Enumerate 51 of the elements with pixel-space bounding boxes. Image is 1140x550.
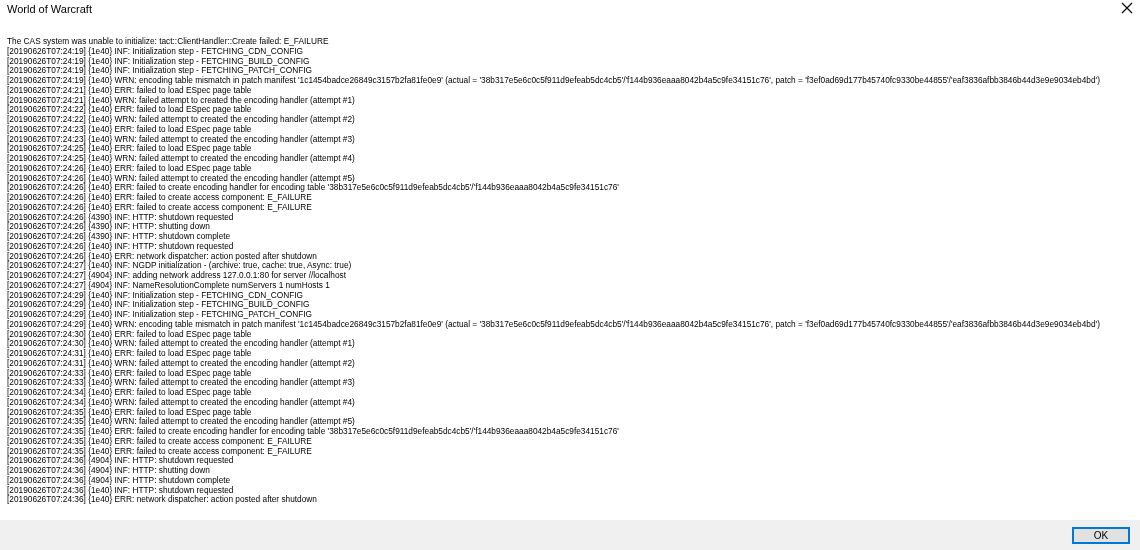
log-line: [20190626T07:24:36] {4904} INF: HTTP: shutdown complete <box>7 475 231 486</box>
log-line: [20190626T07:24:29] {1e40} INF: Initialization step - FETCHING_BUILD_CONFIG <box>7 300 310 310</box>
log-line: [20190626T07:24:35] {1e40} ERR: failed to load ESpec page table <box>7 407 252 418</box>
error-message: The CAS system was unable to initialize: tact::ClientHandler::Create failed: E_FAILURE <box>7 37 329 47</box>
log-line: [20190626T07:24:25] {1e40} ERR: failed to load ESpec page table <box>7 144 252 154</box>
log-line: [20190626T07:24:26] {1e40} ERR: failed to create encoding handler for encoding table '38b317e5e6c0c5f911d9efeab5dc4cb5'/'f144b936eaaa8042b4a5c9fe34151c76' <box>7 183 619 193</box>
close-icon[interactable] <box>1119 0 1135 16</box>
log-line: [20190626T07:24:33] {1e40} ERR: failed to load ESpec page table <box>7 368 252 379</box>
log-line: [20190626T07:24:36] {1e40} ERR: network dispatcher: action posted after shutdown <box>7 495 317 505</box>
log-line: [20190626T07:24:19] {1e40} WRN: encoding table mismatch in patch manifest '1c1454badce26849c3157b2fa81fe0e9' (actual = '38b317e5e6c0c5f911d9efeab5dc4cb5'/'f144b936eaaa8042b4a5c9fe34151c76', patch = 'f3ef0ad69d177b45740fc9330be44855'/'eaf3836afbb3846b44d3e9e9034eb4bd') <box>7 76 1100 86</box>
log-line: [20190626T07:24:26] {4390} INF: HTTP: shutdown complete <box>7 232 231 242</box>
log-line: [20190626T07:24:26] {1e40} WRN: failed attempt to created the encoding handler (attempt #5) <box>7 173 355 184</box>
log-line: [20190626T07:24:27] {4904} INF: NameResolutionComplete numServers 1 numHosts 1 <box>7 280 330 291</box>
log-line: [20190626T07:24:34] {1e40} WRN: failed attempt to created the encoding handler (attempt #4) <box>7 397 355 408</box>
log-line: [20190626T07:24:19] {1e40} INF: Initialization step - FETCHING_PATCH_CONFIG <box>7 66 312 76</box>
log-line: [20190626T07:24:26] {1e40} ERR: network dispatcher: action posted after shutdown <box>7 251 317 262</box>
log-line: [20190626T07:24:23] {1e40} ERR: failed to load ESpec page table <box>7 124 252 135</box>
log-line: [20190626T07:24:35] {1e40} WRN: failed attempt to created the encoding handler (attempt #5) <box>7 417 355 427</box>
log-line: [20190626T07:24:35] {1e40} ERR: failed to create access component: E_FAILURE <box>7 436 312 447</box>
log-line: [20190626T07:24:26] {4390} INF: HTTP: shutdown requested <box>7 212 234 223</box>
log-line: [20190626T07:24:21] {1e40} WRN: failed attempt to created the encoding handler (attempt #1) <box>7 95 355 106</box>
log-line: [20190626T07:24:19] {1e40} INF: Initialization step - FETCHING_CDN_CONFIG <box>7 46 304 57</box>
log-line: [20190626T07:24:26] {1e40} ERR: failed to create access component: E_FAILURE <box>7 202 312 213</box>
log-line: [20190626T07:24:26] {1e40} INF: HTTP: shutdown requested <box>7 241 234 252</box>
log-line: [20190626T07:24:25] {1e40} WRN: failed attempt to created the encoding handler (attempt #4) <box>7 154 355 164</box>
log-line: [20190626T07:24:31] {1e40} ERR: failed to load ESpec page table <box>7 349 252 359</box>
log-line: [20190626T07:24:27] {4904} INF: adding network address 127.0.0.1:80 for server //localhost <box>7 271 346 281</box>
log-line: [20190626T07:24:23] {1e40} WRN: failed attempt to created the encoding handler (attempt #3) <box>7 134 355 145</box>
log-line: [20190626T07:24:26] {4390} INF: HTTP: shutting down <box>7 222 210 232</box>
log-line: [20190626T07:24:29] {1e40} WRN: encoding table mismatch in patch manifest '1c1454badce26849c3157b2fa81fe0e9' (actual = '38b317e5e6c0c5f911d9efeab5dc4cb5'/'f144b936eaaa8042b4a5c9fe34151c76', patch = 'f3ef0ad69d177b45740fc9330be44855'/'eaf3836afbb3846b44d3e9e9034eb4bd') <box>7 319 1100 330</box>
log-line: [20190626T07:24:26] {1e40} ERR: failed to load ESpec page table <box>7 163 252 174</box>
log-line: [20190626T07:24:29] {1e40} INF: Initialization step - FETCHING_PATCH_CONFIG <box>7 310 312 320</box>
log-line: [20190626T07:24:33] {1e40} WRN: failed attempt to created the encoding handler (attempt #3) <box>7 378 355 388</box>
log-line: [20190626T07:24:29] {1e40} INF: Initialization step - FETCHING_CDN_CONFIG <box>7 290 304 301</box>
log-line: [20190626T07:24:30] {1e40} ERR: failed to load ESpec page table <box>7 329 252 340</box>
log-line: [20190626T07:24:36] {1e40} INF: HTTP: shutdown requested <box>7 485 234 496</box>
log-line: [20190626T07:24:19] {1e40} INF: Initialization step - FETCHING_BUILD_CONFIG <box>7 56 310 67</box>
log-line: [20190626T07:24:35] {1e40} ERR: failed to create access component: E_FAILURE <box>7 446 312 457</box>
log-line: [20190626T07:24:27] {1e40} INF: NGDP initialization - (archive: true, cache: true, Async: true) <box>7 261 352 271</box>
log-line: [20190626T07:24:26] {1e40} ERR: failed to create access component: E_FAILURE <box>7 193 312 203</box>
log-line: [20190626T07:24:35] {1e40} ERR: failed to create encoding handler for encoding table '38b317e5e6c0c5f911d9efeab5dc4cb5'/'f144b936eaaa8042b4a5c9fe34151c76' <box>7 427 619 437</box>
window-title: World of Warcraft <box>7 3 92 15</box>
log-line: [20190626T07:24:36] {4904} INF: HTTP: shutting down <box>7 466 210 476</box>
log-line: [20190626T07:24:36] {4904} INF: HTTP: shutdown requested <box>7 456 234 466</box>
log-line: [20190626T07:24:31] {1e40} WRN: failed attempt to created the encoding handler (attempt #2) <box>7 358 355 369</box>
log-line: [20190626T07:24:22] {1e40} WRN: failed attempt to created the encoding handler (attempt #2) <box>7 115 355 125</box>
log-line: [20190626T07:24:30] {1e40} WRN: failed attempt to created the encoding handler (attempt #1) <box>7 339 355 349</box>
log-line: [20190626T07:24:34] {1e40} ERR: failed to load ESpec page table <box>7 388 252 398</box>
ok-button[interactable]: OK <box>1072 526 1130 544</box>
log-line: [20190626T07:24:21] {1e40} ERR: failed to load ESpec page table <box>7 85 252 96</box>
log-line: [20190626T07:24:22] {1e40} ERR: failed to load ESpec page table <box>7 105 252 115</box>
